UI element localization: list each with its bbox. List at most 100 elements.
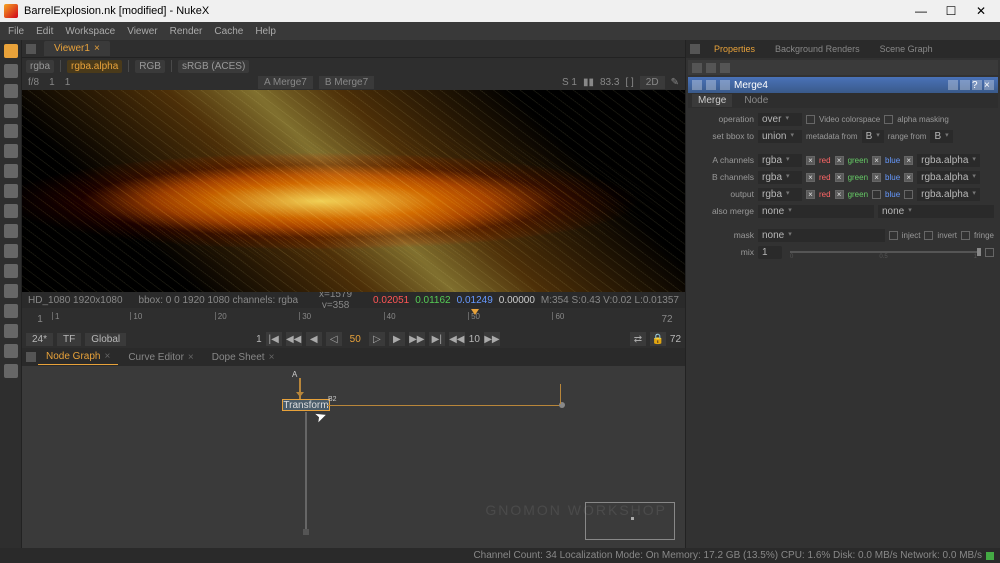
colorspace[interactable]: RGB — [135, 60, 165, 73]
tab-node-graph[interactable]: Node Graph × — [38, 349, 118, 365]
tool-icon[interactable] — [4, 84, 18, 98]
input-a-button[interactable]: A Merge7 — [258, 76, 313, 89]
input-b-button[interactable]: B Merge7 — [319, 76, 374, 89]
alpha-dropdown[interactable]: rgba.alpha — [917, 154, 980, 167]
menu-cache[interactable]: Cache — [214, 26, 243, 37]
node-header[interactable]: Merge4 ? × — [688, 77, 998, 93]
timeline[interactable]: 1 1 10 20 30 40 50 60 72 — [22, 308, 685, 330]
output-dropdown[interactable]: rgba — [758, 188, 802, 201]
trash-icon[interactable] — [720, 63, 730, 73]
minimize-button[interactable]: — — [906, 1, 936, 21]
playhead[interactable] — [474, 308, 482, 330]
lock-icon[interactable]: 🔒 — [650, 332, 666, 346]
expand-icon[interactable] — [692, 80, 702, 90]
pause-icon[interactable]: ▮▮ — [583, 77, 594, 88]
tool-icon[interactable] — [4, 264, 18, 278]
channel-rgba[interactable]: rgba — [26, 60, 54, 73]
range-dropdown[interactable]: B — [930, 130, 952, 143]
tool-icon[interactable] — [4, 304, 18, 318]
tool-icon[interactable] — [4, 144, 18, 158]
red-check[interactable] — [806, 173, 815, 182]
tab-curve-editor[interactable]: Curve Editor × — [120, 350, 201, 365]
skip-amount[interactable]: 10 — [469, 334, 480, 345]
video-colorspace-check[interactable] — [806, 115, 815, 124]
b-channels-dropdown[interactable]: rgba — [758, 171, 802, 184]
menu-viewer[interactable]: Viewer — [127, 26, 157, 37]
tool-icon[interactable] — [4, 364, 18, 378]
bbox-dropdown[interactable]: union — [758, 130, 802, 143]
tool-icon[interactable] — [4, 164, 18, 178]
close-icon[interactable]: × — [269, 352, 275, 363]
view-mode[interactable]: 2D — [640, 76, 665, 89]
tool-icon[interactable] — [4, 124, 18, 138]
pane-handle-icon[interactable] — [690, 44, 700, 54]
skip-back-button[interactable]: ◀◀ — [449, 332, 465, 346]
bracket-icon[interactable]: [ ] — [625, 77, 633, 88]
refresh-icon[interactable] — [706, 63, 716, 73]
step-fwd-button[interactable]: ▷ — [369, 332, 385, 346]
close-icon[interactable]: × — [104, 351, 110, 362]
green-check[interactable] — [835, 156, 844, 165]
channel-alpha[interactable]: rgba.alpha — [67, 60, 122, 73]
tool-icon[interactable] — [4, 184, 18, 198]
tool-icon[interactable] — [4, 64, 18, 78]
frame-out[interactable]: 72 — [670, 334, 681, 345]
connection-a[interactable] — [299, 378, 301, 400]
play-back-button[interactable]: ◀ — [306, 332, 322, 346]
eye-icon[interactable] — [720, 80, 730, 90]
frame-in[interactable]: 1 — [256, 334, 262, 345]
tool-icon[interactable] — [4, 224, 18, 238]
pane-handle-icon[interactable] — [26, 352, 36, 362]
alpha-check[interactable] — [904, 190, 913, 199]
mix-slider[interactable]: 00.51 — [790, 251, 977, 253]
mix-value[interactable]: 1 — [758, 246, 782, 259]
close-button[interactable]: ✕ — [966, 1, 996, 21]
fps-dropdown[interactable]: 24* — [26, 333, 53, 346]
connection-b-drop[interactable] — [560, 384, 561, 404]
red-check[interactable] — [806, 156, 815, 165]
menu-help[interactable]: Help — [255, 26, 276, 37]
alpha-dropdown[interactable]: rgba.alpha — [917, 171, 980, 184]
step-back-button[interactable]: ◁ — [326, 332, 342, 346]
alpha-check[interactable] — [904, 156, 913, 165]
green-check[interactable] — [835, 173, 844, 182]
tool-icon[interactable] — [4, 104, 18, 118]
menu-render[interactable]: Render — [170, 26, 203, 37]
prev-key-button[interactable]: ◀◀ — [286, 332, 302, 346]
tab-background-renders[interactable]: Background Renders — [769, 42, 866, 56]
viewport[interactable] — [22, 90, 685, 292]
menu-workspace[interactable]: Workspace — [65, 26, 115, 37]
alpha-dropdown[interactable]: rgba.alpha — [917, 188, 980, 201]
green-check[interactable] — [835, 190, 844, 199]
inject-check[interactable] — [889, 231, 898, 240]
operation-dropdown[interactable]: over — [758, 113, 802, 126]
viewer-tab[interactable]: Viewer1 × — [44, 41, 110, 56]
tool-icon[interactable] — [4, 284, 18, 298]
play-button[interactable]: ▶ — [389, 332, 405, 346]
tf-dropdown[interactable]: TF — [57, 333, 81, 346]
load-icon[interactable] — [960, 80, 970, 90]
menu-file[interactable]: File — [8, 26, 24, 37]
pane-handle-icon[interactable] — [26, 44, 36, 54]
loop-icon[interactable]: ⇄ — [630, 332, 646, 346]
close-icon[interactable]: × — [94, 43, 100, 54]
scale[interactable]: S 1 — [562, 77, 577, 88]
invert-check[interactable] — [924, 231, 933, 240]
close-icon[interactable]: × — [984, 80, 994, 90]
next-key-button[interactable]: ▶▶ — [409, 332, 425, 346]
also-merge-dropdown-2[interactable]: none — [878, 205, 994, 218]
also-merge-dropdown[interactable]: none — [758, 205, 874, 218]
blue-check[interactable] — [872, 173, 881, 182]
maximize-button[interactable]: ☐ — [936, 1, 966, 21]
tool-icon[interactable] — [4, 204, 18, 218]
connection-out[interactable] — [305, 412, 307, 532]
alpha-masking-check[interactable] — [884, 115, 893, 124]
lock-icon[interactable] — [692, 63, 702, 73]
red-check[interactable] — [806, 190, 815, 199]
tab-scene-graph[interactable]: Scene Graph — [874, 42, 939, 56]
gamma[interactable]: 1 — [65, 77, 71, 88]
scope-dropdown[interactable]: Global — [85, 333, 126, 346]
mask-dropdown[interactable]: none — [758, 229, 885, 242]
metadata-dropdown[interactable]: B — [862, 130, 884, 143]
edit-icon[interactable]: ✎ — [671, 77, 679, 88]
